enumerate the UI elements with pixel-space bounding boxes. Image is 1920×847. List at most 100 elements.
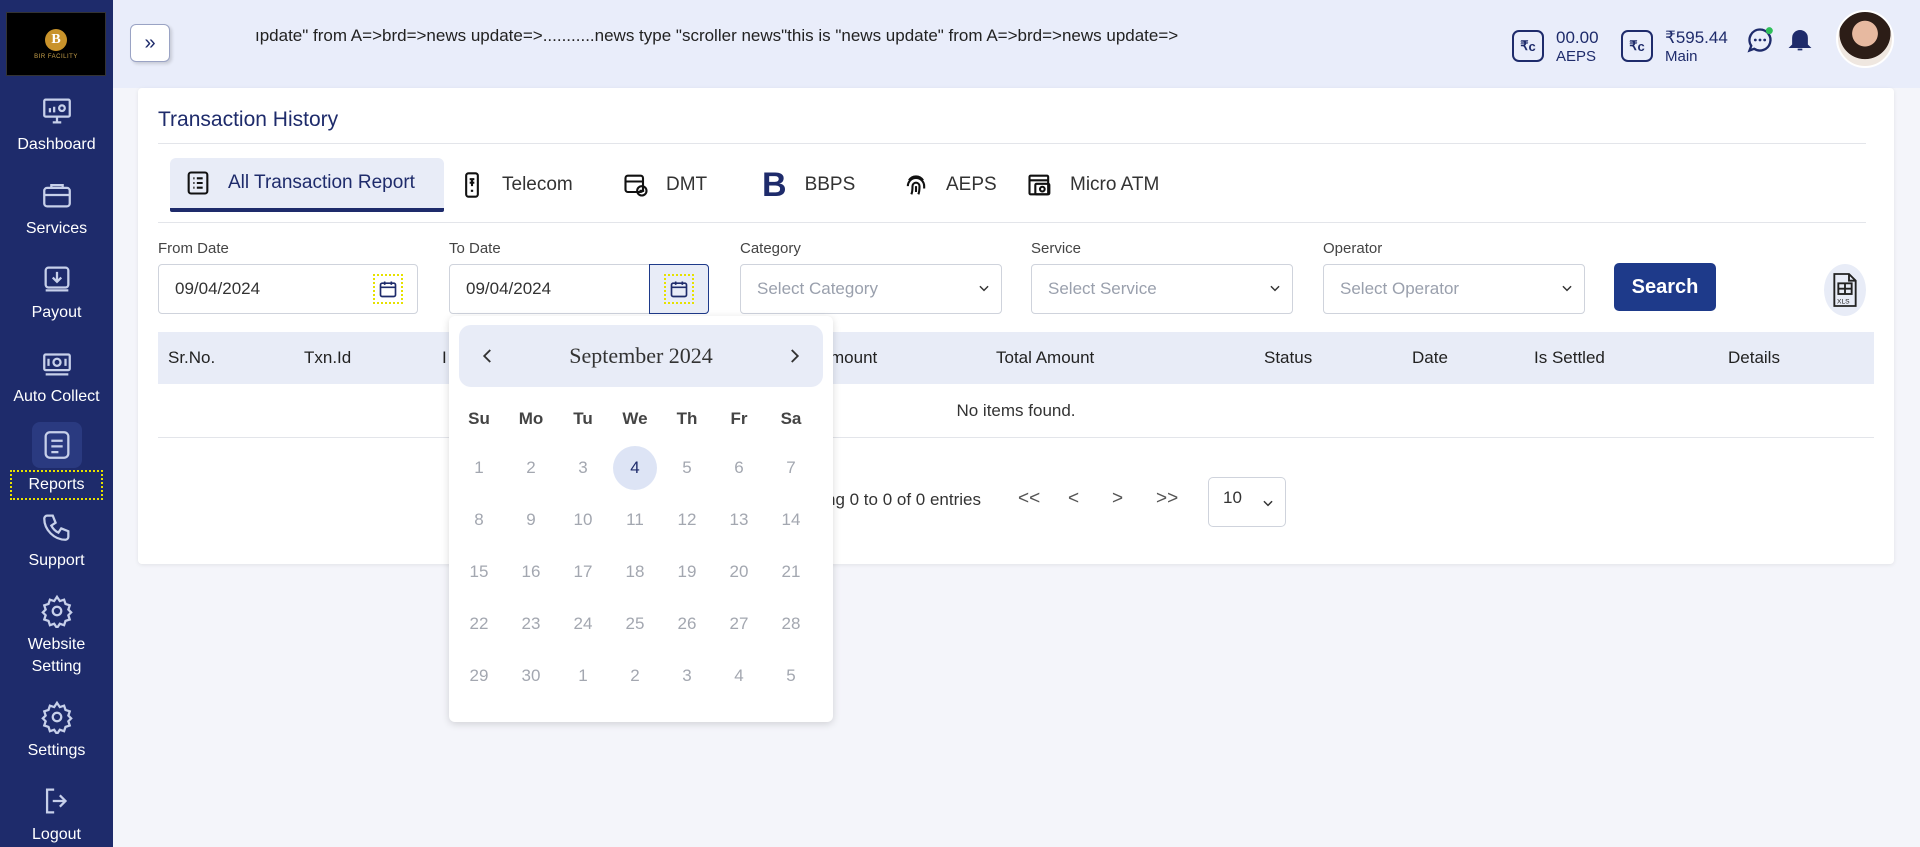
calendar-day[interactable]: 29: [457, 654, 501, 698]
page-size-select[interactable]: 10: [1208, 477, 1286, 527]
reports-icon-box: [31, 422, 82, 468]
sidebar-item-services[interactable]: Services: [0, 178, 113, 240]
news-ticker: ıpdate" from A=>brd=>news update=>......…: [255, 26, 1179, 45]
calendar-day[interactable]: 30: [509, 654, 553, 698]
calendar-day[interactable]: 7: [769, 446, 813, 490]
calendar-day[interactable]: 28: [769, 602, 813, 646]
calendar-day[interactable]: 17: [561, 550, 605, 594]
tab-telecom[interactable]: Telecom: [458, 158, 573, 212]
calendar-day[interactable]: 13: [717, 498, 761, 542]
report-list-icon: [187, 171, 209, 195]
service-select[interactable]: Select Service: [1031, 264, 1293, 314]
weekday-header: Fr: [730, 409, 748, 428]
calendar-day[interactable]: 2: [613, 654, 657, 698]
operator-label: Operator: [1323, 240, 1383, 257]
weekday-header: Mo: [518, 409, 544, 428]
calendar-day[interactable]: 12: [665, 498, 709, 542]
from-date-calendar-button[interactable]: [358, 264, 418, 314]
calendar-day[interactable]: 3: [561, 446, 605, 490]
wallet-label: AEPS: [1556, 48, 1597, 65]
tab-all-transaction-report[interactable]: All Transaction Report: [170, 158, 444, 212]
sidebar-toggle-button[interactable]: »: [130, 24, 170, 62]
sidebar-item-label: Reports: [10, 470, 103, 500]
sidebar-item-logout[interactable]: Logout: [0, 784, 113, 846]
tabs-divider: [158, 222, 1866, 223]
sidebar-item-auto-collect[interactable]: Auto Collect: [0, 346, 113, 408]
sidebar-item-reports[interactable]: Reports: [0, 422, 113, 500]
mobile-phone-icon: [465, 172, 479, 198]
sidebar-item-settings[interactable]: Settings: [0, 700, 113, 762]
wallet-main[interactable]: ₹ ϲ ₹595.44 Main: [1621, 28, 1728, 66]
last-page-button[interactable]: >>: [1156, 488, 1178, 510]
calendar-day[interactable]: 22: [457, 602, 501, 646]
calendar-day[interactable]: 5: [769, 654, 813, 698]
export-xls-button[interactable]: XLS: [1824, 264, 1866, 316]
sidebar-item-label: Services: [25, 220, 88, 237]
sidebar-item-label: Auto Collect: [13, 388, 100, 405]
to-date-calendar-button[interactable]: [649, 264, 709, 314]
calendar-day[interactable]: 14: [769, 498, 813, 542]
chevron-down-icon: [1263, 500, 1273, 507]
calendar-day[interactable]: 2: [509, 446, 553, 490]
calendar-day[interactable]: 19: [665, 550, 709, 594]
sidebar-item-dashboard[interactable]: Dashboard: [0, 94, 113, 156]
calendar-day[interactable]: 20: [717, 550, 761, 594]
sidebar-item-website-setting[interactable]: Website Setting: [0, 594, 113, 678]
calendar-day[interactable]: 9: [509, 498, 553, 542]
calendar-day[interactable]: 25: [613, 602, 657, 646]
logo-text: BIR FACILITY: [34, 53, 78, 60]
gear-icon: [40, 700, 73, 734]
sidebar-item-payout[interactable]: Payout: [0, 262, 113, 324]
brand-logo[interactable]: B BIR FACILITY: [6, 12, 106, 76]
calendar-day[interactable]: 3: [665, 654, 709, 698]
calendar-day[interactable]: 11: [613, 498, 657, 542]
first-page-button[interactable]: <<: [1018, 488, 1040, 510]
calendar-day[interactable]: 4: [613, 446, 657, 490]
calendar-day[interactable]: 10: [561, 498, 605, 542]
category-label: Category: [740, 240, 801, 257]
search-button[interactable]: Search: [1614, 263, 1716, 311]
weekday-header: We: [622, 409, 648, 428]
payout-icon: [44, 266, 69, 292]
tab-bbps[interactable]: B BBPS: [762, 158, 855, 212]
wallet-icon: ₹ ϲ: [1621, 30, 1653, 62]
user-avatar[interactable]: [1836, 10, 1894, 68]
calendar-day[interactable]: 6: [717, 446, 761, 490]
column-header: Sr.No.: [168, 348, 216, 367]
calendar-day[interactable]: 8: [457, 498, 501, 542]
chat-icon[interactable]: [1746, 26, 1774, 54]
datepicker-title[interactable]: September 2024: [459, 343, 823, 369]
calendar-day[interactable]: 16: [509, 550, 553, 594]
next-page-button[interactable]: >: [1112, 488, 1123, 510]
bell-icon[interactable]: [1786, 24, 1814, 54]
calendar-day[interactable]: 27: [717, 602, 761, 646]
sidebar-item-support[interactable]: Support: [0, 510, 113, 572]
wallet-aeps[interactable]: ₹ ϲ 00.00 AEPS: [1512, 28, 1599, 66]
category-select[interactable]: Select Category: [740, 264, 1002, 314]
calendar-day[interactable]: 23: [509, 602, 553, 646]
fingerprint-icon: [906, 175, 926, 195]
calendar-icon: [664, 274, 694, 304]
tab-micro-atm[interactable]: Micro ATM: [1026, 158, 1159, 212]
calendar-day[interactable]: 5: [665, 446, 709, 490]
briefcase-icon: [42, 183, 71, 208]
calendar-day[interactable]: 21: [769, 550, 813, 594]
operator-select[interactable]: Select Operator: [1323, 264, 1585, 314]
column-header: Status: [1264, 348, 1313, 367]
calendar-day[interactable]: 18: [613, 550, 657, 594]
weekday-header: Sa: [780, 409, 802, 428]
calendar-day[interactable]: 4: [717, 654, 761, 698]
tab-aeps[interactable]: AEPS: [902, 158, 997, 212]
calendar-day[interactable]: 1: [457, 446, 501, 490]
sidebar-item-label: Website Setting: [27, 636, 86, 675]
tab-dmt[interactable]: DMT: [622, 158, 707, 212]
prev-page-button[interactable]: <: [1068, 488, 1079, 510]
calendar-day[interactable]: 26: [665, 602, 709, 646]
chevron-down-icon: [1562, 285, 1572, 292]
from-date-label: From Date: [158, 240, 229, 257]
datepicker-header: September 2024: [459, 325, 823, 387]
calendar-day[interactable]: 24: [561, 602, 605, 646]
next-month-button[interactable]: [779, 341, 809, 371]
calendar-day[interactable]: 1: [561, 654, 605, 698]
calendar-day[interactable]: 15: [457, 550, 501, 594]
